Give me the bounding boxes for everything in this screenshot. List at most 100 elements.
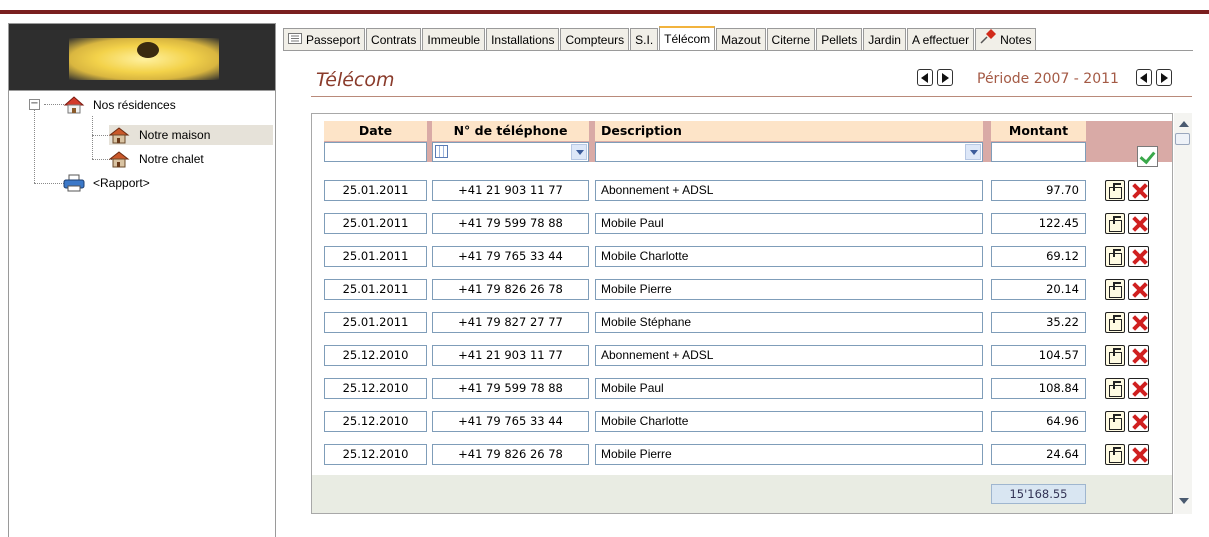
row-amount-field[interactable]: 20.14 [991,279,1086,300]
delete-row-icon[interactable] [1128,180,1149,201]
tab-immeuble[interactable]: Immeuble [422,28,486,50]
row-description-field[interactable]: Abonnement + ADSL [595,345,983,366]
row-description-field[interactable]: Mobile Pierre [595,279,983,300]
printer-icon [63,174,85,192]
row-phone-field[interactable]: +41 21 903 11 77 [432,180,589,201]
navigation-pane: − Nos résidences Notre maison Notre chal… [8,23,276,537]
column-header-description[interactable]: Description [595,121,983,141]
row-amount-field[interactable]: 122.45 [991,213,1086,234]
delete-row-icon[interactable] [1128,312,1149,333]
tab-pellets[interactable]: Pellets [816,28,863,50]
prev-record-button[interactable] [917,69,933,86]
tab-citerne[interactable]: Citerne [766,28,816,50]
row-amount-field[interactable]: 24.64 [991,444,1086,465]
row-description-field[interactable]: Mobile Paul [595,213,983,234]
edit-row-icon[interactable] [1105,378,1125,399]
row-amount-field[interactable]: 64.96 [991,411,1086,432]
row-phone-field[interactable]: +41 79 827 27 77 [432,312,589,333]
tab-compteurs[interactable]: Compteurs [560,28,630,50]
row-phone-field[interactable]: +41 79 765 33 44 [432,411,589,432]
tab-jardin[interactable]: Jardin [863,28,906,50]
tab-mazout[interactable]: Mazout [716,28,766,50]
delete-row-icon[interactable] [1128,345,1149,366]
tree-item-nos-residences[interactable]: Nos résidences [63,95,176,115]
row-date-field[interactable]: 25.12.2010 [324,444,427,465]
residence-icon [108,150,131,168]
row-description-field[interactable]: Mobile Paul [595,378,983,399]
edit-row-icon[interactable] [1105,246,1125,267]
amount-filter-input[interactable] [991,142,1086,162]
column-header-phone[interactable]: N° de téléphone [432,121,589,141]
collapse-toggle[interactable]: − [29,99,40,110]
row-phone-field[interactable]: +41 79 765 33 44 [432,246,589,267]
delete-row-icon[interactable] [1128,279,1149,300]
row-phone-field[interactable]: +41 79 826 26 78 [432,444,589,465]
edit-row-icon[interactable] [1105,345,1125,366]
row-description-field[interactable]: Abonnement + ADSL [595,180,983,201]
prev-period-button[interactable] [1136,69,1152,86]
edit-row-icon[interactable] [1105,279,1125,300]
edit-row-icon[interactable] [1105,444,1125,465]
tree-item-rapport[interactable]: <Rapport> [63,173,150,193]
scroll-thumb[interactable] [1175,133,1190,145]
top-bar [0,0,1209,14]
delete-row-icon[interactable] [1128,411,1149,432]
row-description-field[interactable]: Mobile Pierre [595,444,983,465]
row-amount-field[interactable]: 108.84 [991,378,1086,399]
tab-passeport[interactable]: Passeport [283,28,366,50]
row-amount-field[interactable]: 69.12 [991,246,1086,267]
edit-row-icon[interactable] [1105,180,1125,201]
tab-a-effectuer[interactable]: A effectuer [906,28,975,50]
tab-label: Passeport [306,32,361,47]
apply-filter-button[interactable] [1137,146,1158,167]
row-date-field[interactable]: 25.01.2011 [324,312,427,333]
row-amount-field[interactable]: 35.22 [991,312,1086,333]
residence-icon [108,126,131,144]
chevron-down-icon[interactable] [571,144,587,160]
phone-filter-select[interactable] [432,142,589,162]
tree-item-notre-chalet[interactable]: Notre chalet [108,149,204,169]
row-date-field[interactable]: 25.01.2011 [324,279,427,300]
row-date-field[interactable]: 25.01.2011 [324,180,427,201]
row-amount-field[interactable]: 104.57 [991,345,1086,366]
row-date-field[interactable]: 25.12.2010 [324,345,427,366]
tab-télécom[interactable]: Télécom [659,26,716,50]
scroll-down-arrow-icon[interactable] [1179,498,1189,504]
row-date-field[interactable]: 25.12.2010 [324,411,427,432]
next-period-button[interactable] [1156,69,1172,86]
description-filter-select[interactable] [595,142,983,162]
chevron-down-icon[interactable] [965,144,981,160]
column-header-date[interactable]: Date [324,121,427,141]
row-phone-field[interactable]: +41 79 599 78 88 [432,378,589,399]
row-date-field[interactable]: 25.01.2011 [324,213,427,234]
scroll-up-arrow-icon[interactable] [1179,121,1189,127]
tree-item-label: <Rapport> [93,176,150,190]
delete-row-icon[interactable] [1128,444,1149,465]
row-amount-field[interactable]: 97.70 [991,180,1086,201]
date-filter-input[interactable] [324,142,427,162]
edit-row-icon[interactable] [1105,411,1125,432]
delete-row-icon[interactable] [1128,246,1149,267]
tab-label: Immeuble [427,32,481,47]
delete-row-icon[interactable] [1128,213,1149,234]
tree-item-notre-maison[interactable]: Notre maison [108,125,273,145]
row-phone-field[interactable]: +41 79 599 78 88 [432,213,589,234]
row-description-field[interactable]: Mobile Charlotte [595,411,983,432]
row-description-field[interactable]: Mobile Charlotte [595,246,983,267]
row-phone-field[interactable]: +41 79 826 26 78 [432,279,589,300]
column-header-amount[interactable]: Montant [991,121,1086,141]
tab-s-i-[interactable]: S.I. [630,28,659,50]
vertical-scrollbar[interactable] [1174,113,1192,514]
tab-notes[interactable]: Notes [975,28,1037,50]
row-date-field[interactable]: 25.12.2010 [324,378,427,399]
tab-baseline [283,50,1193,51]
edit-row-icon[interactable] [1105,312,1125,333]
edit-row-icon[interactable] [1105,213,1125,234]
row-description-field[interactable]: Mobile Stéphane [595,312,983,333]
tab-installations[interactable]: Installations [486,28,560,50]
next-record-button[interactable] [937,69,953,86]
row-date-field[interactable]: 25.01.2011 [324,246,427,267]
tab-contrats[interactable]: Contrats [366,28,422,50]
row-phone-field[interactable]: +41 21 903 11 77 [432,345,589,366]
delete-row-icon[interactable] [1128,378,1149,399]
